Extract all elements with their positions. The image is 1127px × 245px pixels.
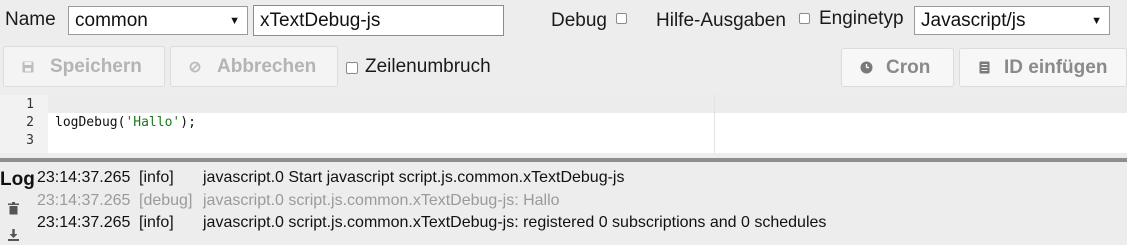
cancel-button[interactable]: Abbrechen [170, 46, 338, 87]
save-button[interactable]: Speichern [3, 46, 165, 87]
list-icon [976, 61, 992, 74]
clock-icon [858, 61, 874, 74]
line-number: 2 [26, 115, 34, 130]
hilfe-ausgaben-checkbox[interactable] [799, 13, 810, 24]
cancel-button-label: Abbrechen [217, 55, 317, 77]
floppy-icon [20, 61, 36, 73]
download-icon[interactable] [6, 229, 20, 243]
engine-type-value: Javascript/js [921, 10, 1026, 31]
code-string: 'Hallo' [125, 115, 181, 130]
line-number: 3 [26, 133, 34, 148]
code-line: logDebug('Hallo'); [55, 115, 196, 130]
log-time: 23:14:37.265 [37, 214, 131, 231]
insert-id-button-label: ID einfügen [1004, 56, 1108, 78]
code-editor[interactable]: 1 2 3 logDebug('Hallo'); [0, 95, 1127, 153]
log-message: javascript.0 script.js.common.xTextDebug… [203, 192, 560, 209]
folder-select-value: common [75, 10, 148, 31]
log-level: [info] [139, 214, 174, 231]
enginetyp-label: Enginetyp [819, 8, 904, 29]
log-level: [debug] [139, 192, 193, 209]
print-margin [714, 95, 715, 153]
insert-id-button[interactable]: ID einfügen [959, 48, 1127, 87]
debug-label: Debug [551, 10, 607, 31]
active-line-highlight [48, 95, 1127, 113]
hilfe-ausgaben-label: Hilfe-Ausgaben [656, 10, 786, 31]
ban-icon [187, 61, 203, 73]
code-call: logDebug( [55, 115, 126, 130]
log-message: javascript.0 script.js.common.xTextDebug… [203, 214, 827, 231]
trash-icon[interactable] [6, 202, 20, 216]
log-time: 23:14:37.265 [37, 192, 131, 209]
cron-button-label: Cron [886, 56, 931, 78]
save-button-label: Speichern [50, 55, 142, 77]
word-wrap-label: Zeilenumbruch [365, 56, 491, 77]
line-number: 1 [26, 97, 34, 112]
cron-button[interactable]: Cron [841, 48, 954, 87]
name-label: Name [5, 9, 56, 30]
chevron-down-icon: ▼ [1091, 15, 1102, 27]
log-time: 23:14:37.265 [37, 169, 131, 186]
log-title: Log [0, 169, 35, 190]
folder-select[interactable]: common ▼ [68, 6, 248, 35]
log-message: javascript.0 Start javascript script.js.… [203, 169, 625, 186]
code-end: ); [180, 115, 196, 130]
chevron-down-icon: ▼ [229, 15, 240, 27]
debug-checkbox[interactable] [616, 13, 627, 24]
engine-type-select[interactable]: Javascript/js ▼ [914, 6, 1110, 35]
script-name-input[interactable]: xTextDebug-js [253, 5, 504, 36]
log-level: [info] [139, 169, 174, 186]
log-panel: Log 23:14:37.265 [info] javascript.0 Sta… [0, 162, 1127, 245]
word-wrap-checkbox[interactable] [346, 62, 358, 74]
